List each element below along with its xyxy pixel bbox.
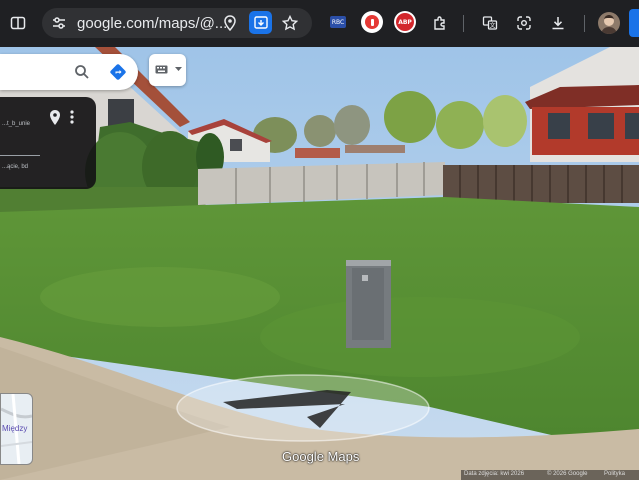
star-icon[interactable]	[281, 14, 299, 32]
place-info-card[interactable]: ...t_b_unie ...ącie, bd	[0, 97, 96, 189]
keyboard-button[interactable]	[149, 54, 186, 86]
navigation-arrow-icon[interactable]	[175, 373, 432, 443]
image-date[interactable]: Data zdjęcia: kwi 2026	[464, 471, 524, 477]
minimap[interactable]: Między	[0, 393, 33, 465]
minimap-place-label: Między	[2, 424, 28, 433]
copyright-text: © 2026 Google	[547, 471, 588, 477]
card-divider	[0, 155, 40, 156]
url-text[interactable]: google.com/maps/@...	[77, 15, 227, 32]
more-options-icon[interactable]	[66, 109, 78, 125]
adblock-plus-label: ABP	[396, 13, 414, 31]
google-maps-logo: Google Maps	[282, 449, 360, 464]
split-view-icon[interactable]	[9, 14, 27, 32]
keyboard-icon	[154, 64, 168, 74]
place-title: ...t_b_unie	[2, 121, 31, 127]
place-subtitle: ...ącie, bd	[2, 164, 29, 170]
record-extension-icon[interactable]	[361, 11, 383, 33]
directions-icon[interactable]	[108, 62, 128, 82]
browser-toolbar: google.com/maps/@... RBC ABP 文	[0, 0, 639, 47]
chevron-down-icon	[174, 65, 182, 73]
avatar[interactable]	[598, 12, 620, 34]
map-footer: Data zdjęcia: kwi 2026 © 2026 Google Pol…	[461, 470, 639, 480]
toolbar-separator	[584, 15, 585, 32]
toolbar-separator	[463, 15, 464, 32]
translate-icon[interactable]: 文	[481, 14, 499, 32]
side-panel-tab[interactable]	[629, 9, 639, 37]
privacy-link[interactable]: Polityka	[604, 471, 625, 477]
extension-rbc-icon[interactable]: RBC	[330, 16, 346, 28]
svg-text:文: 文	[489, 22, 495, 30]
tune-icon[interactable]	[50, 14, 68, 32]
google-lens-icon[interactable]	[515, 14, 533, 32]
adblock-plus-icon[interactable]: ABP	[394, 11, 416, 33]
puzzle-icon[interactable]	[431, 14, 449, 32]
install-app-icon[interactable]	[249, 11, 272, 34]
maps-search-box[interactable]	[0, 54, 138, 90]
download-icon[interactable]	[549, 14, 567, 32]
search-icon[interactable]	[73, 63, 91, 81]
location-pin-icon[interactable]	[221, 14, 239, 32]
location-pin-icon[interactable]	[48, 109, 62, 125]
